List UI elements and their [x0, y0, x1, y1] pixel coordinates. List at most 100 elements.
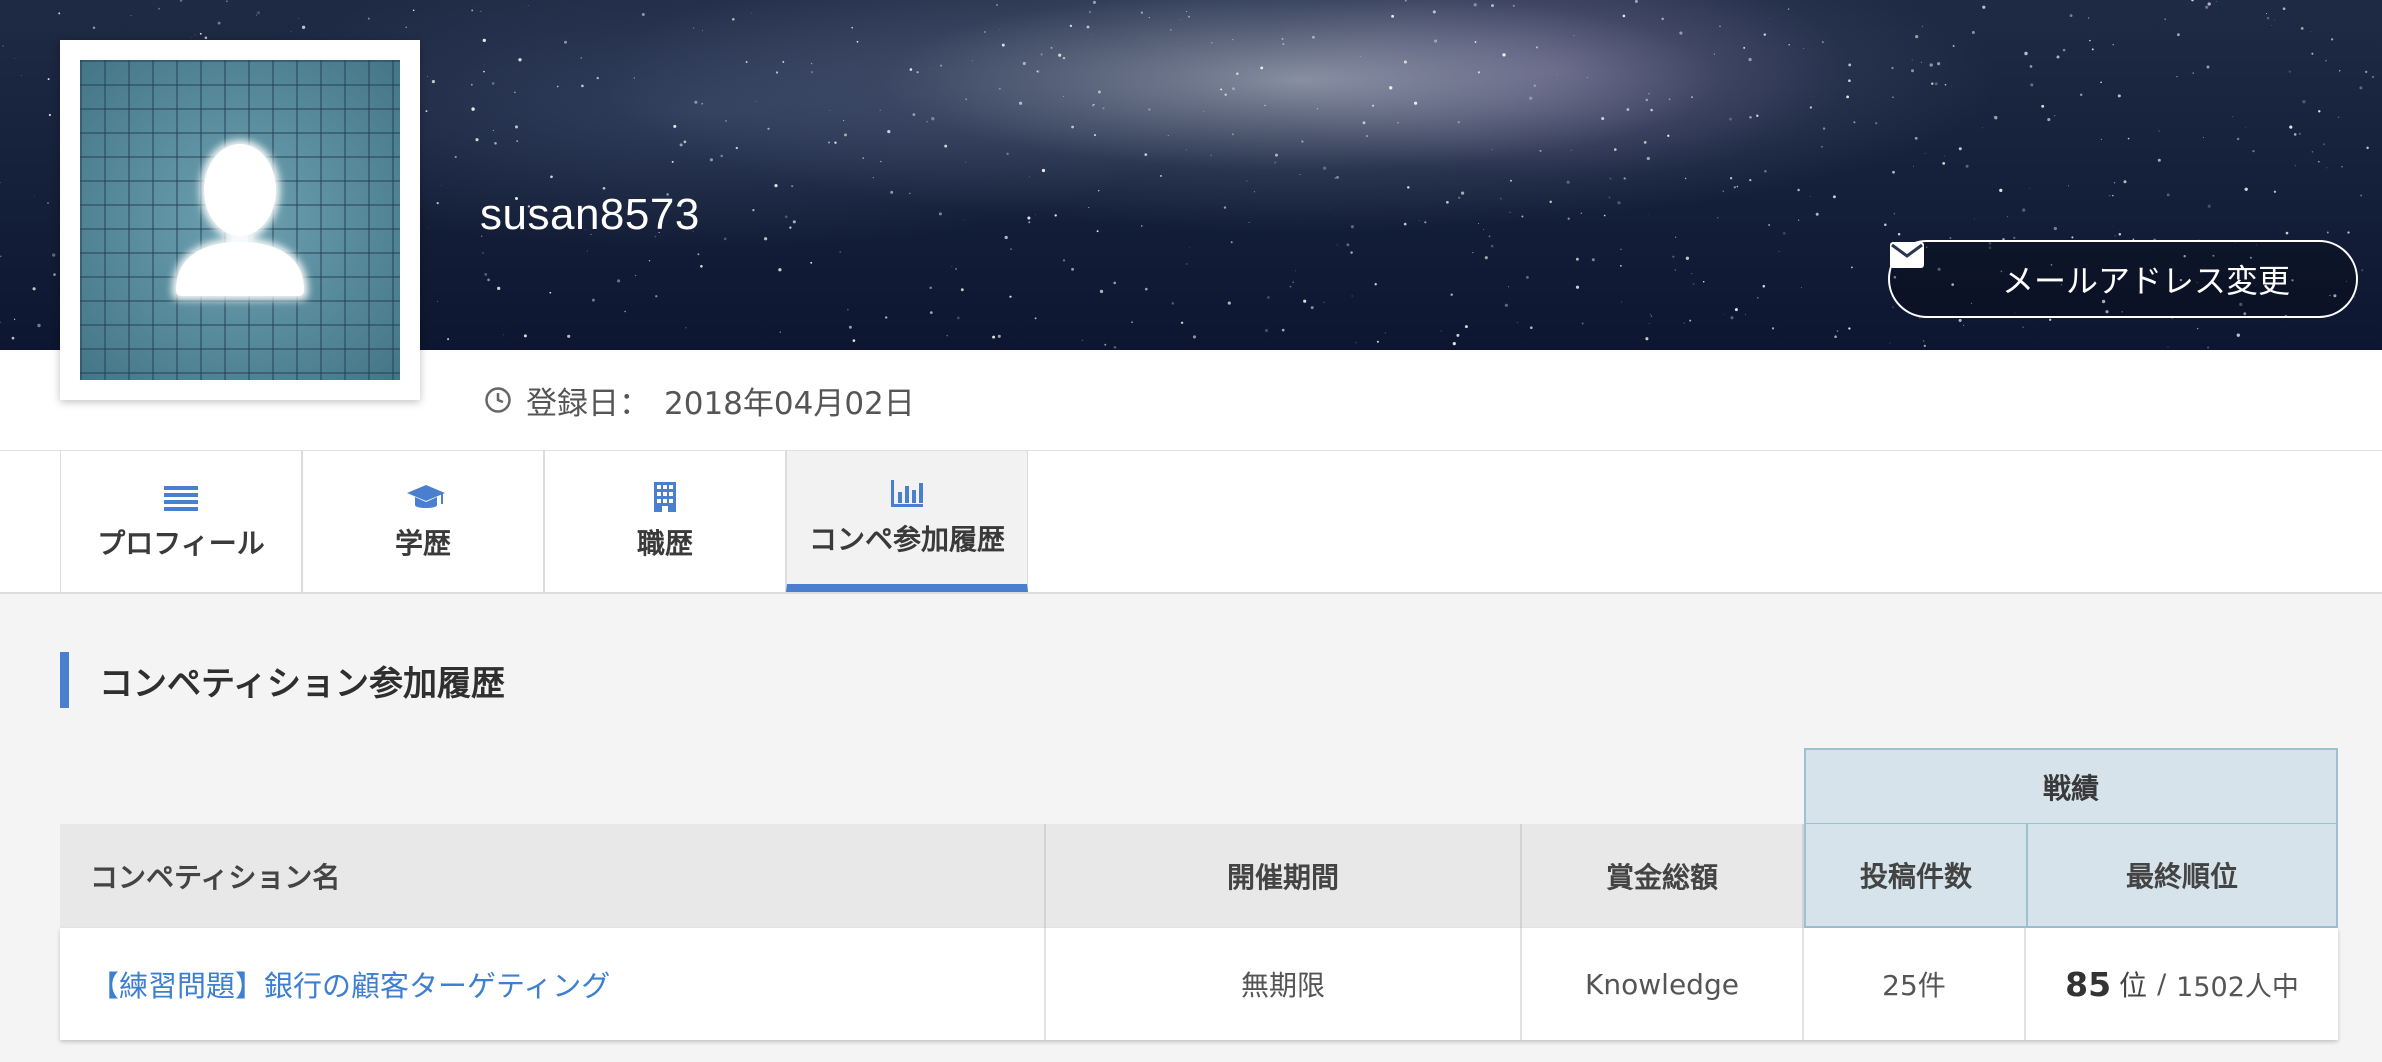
star: [482, 252, 484, 254]
star: [2022, 326, 2024, 329]
star: [909, 68, 913, 71]
star: [1366, 135, 1368, 137]
star: [887, 130, 891, 134]
star: [2100, 81, 2102, 84]
star: [1096, 230, 1099, 233]
star: [1815, 212, 1819, 216]
star: [2206, 346, 2210, 349]
column-header-final-rank: 最終順位: [2026, 824, 2338, 928]
star: [1260, 66, 1264, 70]
star: [1692, 283, 1695, 285]
star: [938, 212, 942, 216]
star: [1958, 147, 1962, 151]
star: [2112, 44, 2114, 46]
star: [1521, 215, 1524, 218]
star: [1477, 71, 1480, 74]
star: [1797, 188, 1800, 192]
star: [1478, 223, 1480, 225]
star: [1223, 206, 1227, 209]
change-email-button[interactable]: メールアドレス変更: [1888, 240, 2358, 318]
star: [1924, 152, 1926, 154]
star: [556, 85, 559, 88]
tab-profile[interactable]: プロフィール: [60, 451, 302, 592]
star: [1483, 229, 1485, 230]
star: [2326, 167, 2328, 169]
star: [1004, 235, 1008, 240]
star: [550, 175, 553, 179]
star: [641, 13, 645, 16]
star: [1717, 217, 1719, 219]
star: [367, 17, 370, 20]
tab-label: プロフィール: [97, 526, 265, 560]
star: [679, 143, 683, 147]
star: [1850, 266, 1853, 269]
star: [1450, 293, 1453, 296]
star: [872, 177, 874, 179]
star: [1803, 48, 1805, 49]
star: [1071, 267, 1075, 271]
star: [634, 274, 637, 277]
star: [852, 339, 856, 342]
star: [2354, 296, 2356, 298]
star: [1350, 225, 1354, 229]
star: [1464, 325, 1468, 329]
star: [956, 316, 960, 320]
star: [1647, 213, 1649, 215]
star: [617, 279, 621, 283]
star: [2365, 70, 2368, 74]
star: [775, 71, 779, 74]
star: [847, 308, 849, 311]
star: [2273, 190, 2277, 193]
tab-work-history[interactable]: 職歴: [544, 451, 786, 592]
star: [1853, 121, 1856, 124]
star: [998, 87, 1001, 90]
star: [2371, 75, 2375, 79]
star: [1951, 86, 1953, 88]
star: [2118, 233, 2122, 236]
star: [1192, 335, 1197, 339]
star: [1491, 4, 1494, 8]
star: [2112, 194, 2114, 197]
star: [2166, 193, 2170, 197]
star: [810, 71, 814, 74]
star: [1036, 70, 1039, 73]
star: [1227, 301, 1231, 305]
star: [671, 160, 674, 163]
star: [1848, 79, 1851, 82]
star: [890, 190, 894, 194]
star: [2127, 137, 2130, 140]
star: [1303, 299, 1307, 303]
star: [475, 138, 479, 142]
star: [1407, 186, 1410, 189]
star: [1719, 25, 1721, 27]
tab-competition-history[interactable]: コンペ参加履歴: [786, 451, 1028, 592]
star: [47, 78, 50, 81]
star: [1292, 281, 1294, 283]
competition-link[interactable]: 【練習問題】銀行の顧客ターゲティング: [90, 963, 610, 1005]
star: [1384, 332, 1387, 334]
registration-label: 登録日：: [526, 385, 650, 422]
star: [1809, 195, 1811, 197]
star: [1573, 35, 1575, 37]
star: [1301, 140, 1304, 143]
star: [2041, 104, 2045, 108]
star: [298, 18, 300, 19]
star: [2113, 182, 2116, 184]
star: [1148, 17, 1150, 19]
star: [984, 109, 986, 111]
star: [1748, 57, 1752, 62]
star: [1022, 61, 1026, 66]
star: [1934, 82, 1938, 86]
star: [480, 10, 482, 12]
star: [1822, 127, 1826, 130]
star: [751, 12, 753, 14]
star: [471, 107, 475, 111]
star: [1316, 108, 1318, 110]
tab-education[interactable]: 学歴: [302, 451, 544, 592]
star: [828, 141, 830, 144]
star: [1736, 306, 1738, 308]
star: [1897, 232, 1901, 236]
star: [848, 325, 852, 329]
star: [694, 100, 698, 104]
star: [2244, 187, 2248, 191]
